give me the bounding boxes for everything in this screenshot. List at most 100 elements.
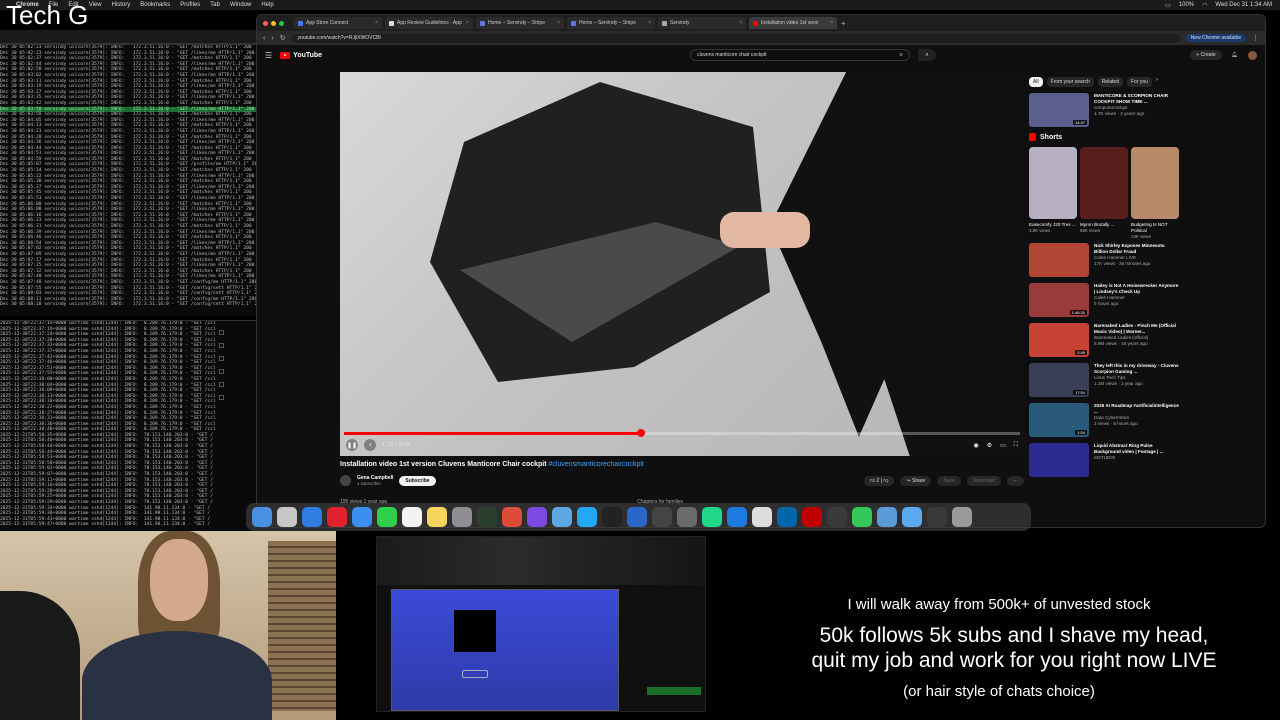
browser-tab[interactable]: App Store Connect ×	[294, 17, 382, 29]
menubar-item[interactable]: Profiles	[180, 2, 200, 8]
close-tab-icon[interactable]: ×	[830, 20, 833, 26]
menubar-item[interactable]: Window	[230, 2, 251, 8]
close-tab-icon[interactable]: ×	[648, 20, 651, 26]
zoom-window-icon[interactable]	[279, 20, 284, 26]
menubar-item[interactable]: History	[112, 2, 131, 8]
short-item[interactable]: Budgeting Is NOT Political 13K views	[1131, 147, 1179, 239]
pycharm-icon[interactable]	[702, 507, 722, 527]
menubar-item[interactable]: Help	[261, 2, 273, 8]
share-button[interactable]: ↪ Share	[900, 475, 932, 486]
vscode-icon[interactable]	[777, 507, 797, 527]
numbers-icon[interactable]	[852, 507, 872, 527]
short-thumbnail[interactable]	[1029, 147, 1077, 219]
recommendation-item[interactable]: 2:49 Barenaked Ladies - Pinch Me (Officia…	[1029, 323, 1179, 357]
short-item[interactable]: Myron Brutally ... 59K views	[1080, 147, 1128, 239]
clock[interactable]: Wed Dec 31 1:34 AM	[1215, 2, 1272, 9]
close-tab-icon[interactable]: ×	[466, 20, 469, 26]
browser-tab[interactable]: Servindy ×	[658, 17, 746, 29]
close-tab-icon[interactable]: ×	[739, 20, 742, 26]
window-thumb-icon[interactable]	[927, 507, 947, 527]
short-thumbnail[interactable]	[1080, 147, 1128, 219]
search-icon[interactable]: ⌕	[918, 49, 937, 61]
new-chrome-available-button[interactable]: New Chrome available	[1185, 34, 1246, 42]
save-button[interactable]: Save	[937, 475, 961, 486]
preview-icon[interactable]	[552, 507, 572, 527]
video-thumbnail[interactable]	[1029, 443, 1089, 477]
like-button[interactable]: 👍︎ 2 | 👎︎	[863, 475, 895, 486]
volume-icon[interactable]: ♪	[364, 439, 376, 451]
short-item[interactable]: Easecomfy J20 Tres ... 3.8K views	[1029, 147, 1077, 239]
channel-avatar[interactable]	[340, 475, 351, 486]
chrome-icon[interactable]	[502, 507, 522, 527]
battery-icon[interactable]: ▭	[1165, 2, 1171, 9]
recommendation-channel[interactable]: MSTUDIO	[1094, 455, 1179, 461]
browser-tab[interactable]: Home – Servindy – Stripe ×	[476, 17, 564, 29]
recommendation-title[interactable]: Barenaked Ladies - Pinch Me (Official Mu…	[1094, 323, 1179, 335]
toolbar-icon[interactable]	[219, 330, 224, 335]
video-thumbnail[interactable]: 14:47	[1029, 93, 1089, 127]
terminal-server-log[interactable]: Dec 30 05:02:23 servindy uvicorn[3579]: …	[0, 44, 256, 316]
recommendation-item[interactable]: 1:46:30 Hailey is Not A Homewrecker Anymo…	[1029, 283, 1179, 317]
xcode-icon[interactable]	[727, 507, 747, 527]
settings-icon[interactable]	[452, 507, 472, 527]
video-thumbnail[interactable]	[1029, 243, 1089, 277]
imovie-icon[interactable]	[527, 507, 547, 527]
toolbar-icon[interactable]	[219, 356, 224, 361]
video-player[interactable]: ❚❚ ♪ 1:33 / 3:33 ◉ ⚙ ▭ ⛶	[340, 72, 1024, 456]
filezilla-icon[interactable]	[802, 507, 822, 527]
chip-all[interactable]: All	[1029, 77, 1043, 87]
autoplay-toggle-icon[interactable]: ◉	[973, 442, 978, 449]
proxy-icon[interactable]	[877, 507, 897, 527]
hamburger-menu-icon[interactable]: ☰	[265, 51, 272, 60]
reload-icon[interactable]: ↻	[280, 34, 286, 42]
terminal-icon[interactable]	[602, 507, 622, 527]
short-thumbnail[interactable]	[1131, 147, 1179, 219]
progress-scrubber[interactable]	[637, 429, 646, 437]
recommendation-title[interactable]: Liquid Abstract Ring Pulse Background vi…	[1094, 443, 1179, 455]
chip-for-you[interactable]: For you	[1126, 77, 1152, 87]
menubar-item[interactable]: Bookmarks	[140, 2, 170, 8]
menubar-item[interactable]: View	[89, 2, 102, 8]
minimize-window-icon[interactable]	[271, 20, 276, 26]
vscode-alt-icon[interactable]	[577, 507, 597, 527]
messages-icon[interactable]	[377, 507, 397, 527]
recommendation-title[interactable]: Hailey is Not A Homewrecker Anymore | Li…	[1094, 283, 1179, 295]
forward-icon[interactable]: ›	[271, 35, 273, 42]
recommendation-item[interactable]: Liquid Abstract Ring Pulse Background vi…	[1029, 443, 1179, 477]
chip-from-your-search[interactable]: From your search	[1046, 77, 1094, 87]
fullscreen-icon[interactable]: ⛶	[1014, 442, 1018, 449]
toolbar-icon[interactable]	[219, 382, 224, 387]
utility-icon[interactable]	[627, 507, 647, 527]
clear-search-icon[interactable]: ×	[899, 52, 903, 59]
create-button[interactable]: + Create	[1190, 50, 1222, 60]
recommendation-item[interactable]: 1:54 2026 AI Roadmap #artificialintellige…	[1029, 403, 1179, 437]
launchpad-icon[interactable]	[277, 507, 297, 527]
chip-related[interactable]: Related	[1097, 77, 1123, 87]
video-thumbnail[interactable]: 17:54	[1029, 363, 1089, 397]
close-tab-icon[interactable]: ×	[375, 20, 378, 26]
recommendation-title[interactable]: Nick Shirley Exposes Minnesota Billion D…	[1094, 243, 1179, 255]
close-tab-icon[interactable]: ×	[557, 20, 560, 26]
safari-icon[interactable]	[302, 507, 322, 527]
github-icon[interactable]	[652, 507, 672, 527]
wifi-icon[interactable]: ◠	[1202, 2, 1207, 9]
font-icon[interactable]	[752, 507, 772, 527]
activity-monitor-icon[interactable]	[477, 507, 497, 527]
recommendation-item[interactable]: Nick Shirley Exposes Minnesota Billion D…	[1029, 243, 1179, 277]
short-title[interactable]: Budgeting Is NOT Political	[1131, 222, 1179, 234]
video-thumbnail[interactable]: 1:46:30	[1029, 283, 1089, 317]
video-progress-bar[interactable]	[344, 429, 1020, 437]
video-thumbnail[interactable]: 1:54	[1029, 403, 1089, 437]
subscribe-button[interactable]: Subscribe	[399, 475, 436, 486]
account-avatar[interactable]	[1248, 50, 1257, 60]
browser-tab[interactable]: Installation video 1st versi ×	[749, 17, 837, 29]
close-window-icon[interactable]	[263, 20, 268, 26]
chips-next-icon[interactable]: ›	[1156, 77, 1158, 87]
new-tab-icon[interactable]: +	[841, 19, 846, 28]
youtube-logo[interactable]: YouTube	[280, 51, 322, 59]
photo-icon[interactable]	[677, 507, 697, 527]
mail-icon[interactable]	[352, 507, 372, 527]
browser-tab[interactable]: App Review Guidelines - App ×	[385, 17, 473, 29]
back-icon[interactable]: ‹	[263, 35, 265, 42]
recommendation-title[interactable]: MANTICORE & SCORPION CHAIR COCKPIT SHOW …	[1094, 93, 1179, 105]
